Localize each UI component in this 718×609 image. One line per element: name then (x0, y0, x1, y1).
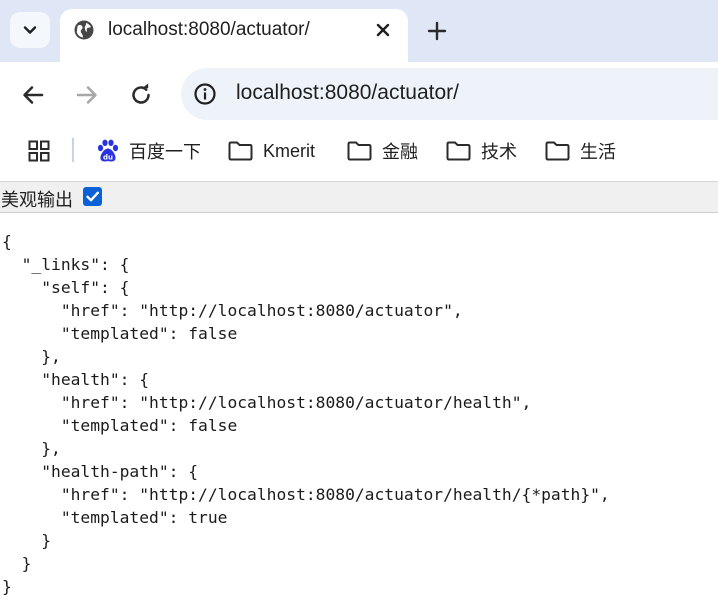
folder-icon (347, 141, 372, 161)
address-bar[interactable]: localhost:8080/actuator/ (181, 68, 718, 120)
json-line: } (2, 554, 32, 573)
bookmark-label: 百度一下 (129, 142, 201, 162)
bookmark-folder-life[interactable]: 生活 (545, 138, 616, 164)
reload-icon[interactable] (128, 82, 154, 108)
pretty-print-checkbox[interactable] (83, 187, 102, 206)
json-line: } (2, 577, 12, 596)
tab-strip: localhost:8080/actuator/ (0, 0, 718, 62)
svg-text:du: du (103, 154, 113, 162)
bookmarks-divider (72, 138, 74, 162)
json-line: "templated": true (2, 508, 228, 527)
checkmark-icon (86, 191, 99, 202)
bookmark-label: 金融 (382, 142, 418, 162)
close-icon[interactable] (373, 20, 393, 40)
globe-icon (74, 20, 94, 40)
bookmarks-bar: du 百度一下 Kmerit 金融 技术 生活 (0, 128, 718, 180)
json-line: "href": "http://localhost:8080/actuator"… (2, 301, 463, 320)
apps-grid-icon[interactable] (28, 140, 50, 162)
address-bar-url: localhost:8080/actuator/ (236, 81, 459, 104)
tab-title: localhost:8080/actuator/ (108, 19, 310, 40)
json-line: "_links": { (2, 255, 130, 274)
forward-arrow-icon[interactable] (74, 82, 100, 108)
back-arrow-icon[interactable] (20, 82, 46, 108)
json-line: } (2, 531, 52, 550)
json-line: "health": { (2, 370, 150, 389)
json-content: { "_links": { "self": { "href": "http://… (2, 230, 610, 598)
json-line: }, (2, 439, 61, 458)
json-viewer-toolbar: 美观输出 (0, 181, 718, 213)
json-line: "href": "http://localhost:8080/actuator/… (2, 393, 532, 412)
bookmark-baidu[interactable]: du 百度一下 (97, 138, 201, 164)
folder-icon (228, 141, 253, 161)
folder-icon (446, 141, 471, 161)
chevron-down-icon (23, 26, 37, 34)
browser-toolbar: localhost:8080/actuator/ (0, 62, 718, 128)
site-info-icon[interactable] (193, 82, 217, 106)
json-line: "templated": false (2, 324, 238, 343)
bookmark-label: 技术 (481, 142, 517, 162)
active-tab[interactable]: localhost:8080/actuator/ (60, 9, 408, 62)
json-line: }, (2, 347, 61, 366)
bookmark-folder-kmerit[interactable]: Kmerit (228, 138, 315, 164)
json-line: "health-path": { (2, 462, 199, 481)
bookmark-label: 生活 (580, 142, 616, 162)
json-line: "href": "http://localhost:8080/actuator/… (2, 485, 610, 504)
bookmark-folder-tech[interactable]: 技术 (446, 138, 517, 164)
new-tab-plus-icon[interactable] (425, 19, 449, 43)
json-line: { (2, 232, 12, 251)
bookmark-label: Kmerit (263, 140, 316, 161)
baidu-icon: du (97, 139, 119, 162)
bookmark-folder-finance[interactable]: 金融 (347, 138, 418, 164)
tab-search-button[interactable] (10, 12, 50, 48)
pretty-print-label: 美观输出 (1, 190, 73, 211)
json-line: "templated": false (2, 416, 238, 435)
json-line: "self": { (2, 278, 130, 297)
folder-icon (545, 141, 570, 161)
